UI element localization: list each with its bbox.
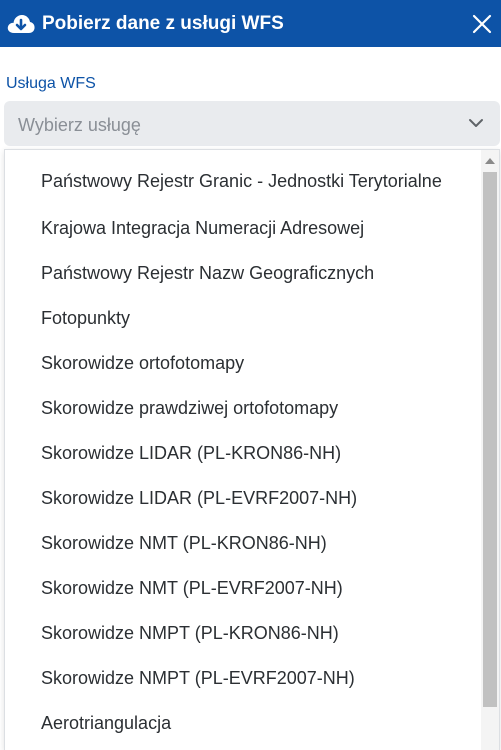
list-item[interactable]: Skorowidze NMT (PL-KRON86-NH) bbox=[5, 524, 480, 569]
chevron-down-icon[interactable] bbox=[468, 116, 484, 128]
list-item[interactable]: Skorowidze NMT (PL-EVRF2007-NH) bbox=[5, 569, 480, 614]
wfs-service-label: Usługa WFS bbox=[6, 75, 96, 92]
list-item[interactable]: Państwowy Rejestr Granic - Jednostki Ter… bbox=[5, 164, 480, 209]
option-list: Państwowy Rejestr Granic - Jednostki Ter… bbox=[5, 164, 480, 749]
list-item[interactable]: Skorowidze LIDAR (PL-EVRF2007-NH) bbox=[5, 479, 480, 524]
list-item[interactable]: Krajowa Integracja Numeracji Adresowej bbox=[5, 209, 480, 254]
close-icon[interactable] bbox=[471, 13, 493, 35]
scrollbar-thumb[interactable] bbox=[483, 172, 497, 707]
list-item[interactable]: Fotopunkty bbox=[5, 299, 480, 344]
panel-title: Pobierz dane z usługi WFS bbox=[42, 13, 284, 34]
list-item[interactable]: Skorowidze ortofotomapy bbox=[5, 344, 480, 389]
list-item[interactable]: Skorowidze LIDAR (PL-KRON86-NH) bbox=[5, 434, 480, 479]
wfs-service-dropdown: Państwowy Rejestr Granic - Jednostki Ter… bbox=[4, 149, 500, 750]
list-item[interactable]: Państwowy Rejestr Nazw Geograficznych bbox=[5, 254, 480, 299]
select-placeholder: Wybierz usługę bbox=[18, 115, 141, 135]
wfs-download-panel: Pobierz dane z usługi WFS Usługa WFS Wyb… bbox=[0, 0, 501, 750]
list-item[interactable]: Skorowidze NMPT (PL-KRON86-NH) bbox=[5, 614, 480, 659]
panel-header: Pobierz dane z usługi WFS bbox=[0, 0, 501, 47]
wfs-service-select[interactable]: Wybierz usługę bbox=[4, 101, 500, 146]
list-item[interactable]: Skorowidze prawdziwej ortofotomapy bbox=[5, 389, 480, 434]
cloud-download-icon bbox=[6, 12, 36, 36]
scroll-up-arrow-icon[interactable] bbox=[485, 158, 495, 164]
dropdown-scrollbar[interactable] bbox=[481, 150, 499, 750]
list-item[interactable]: Aerotriangulacja bbox=[5, 704, 480, 749]
list-item[interactable]: Skorowidze NMPT (PL-EVRF2007-NH) bbox=[5, 659, 480, 704]
